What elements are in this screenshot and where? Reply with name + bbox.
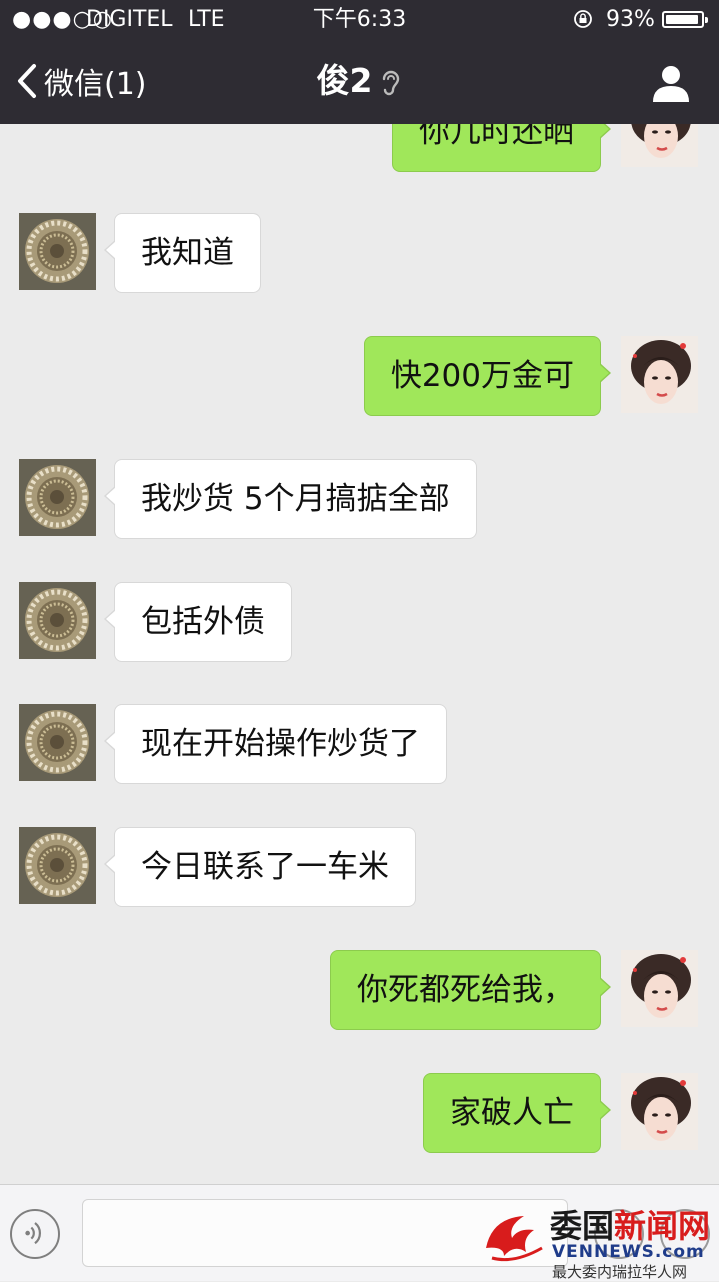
- rotation-lock-icon: [574, 10, 592, 28]
- contact-avatar[interactable]: [19, 213, 96, 290]
- contact-avatar[interactable]: [19, 582, 96, 659]
- earpiece-mode-icon: [383, 70, 400, 95]
- contact-avatar[interactable]: [19, 827, 96, 904]
- message-bubble-outgoing[interactable]: 快200万金可: [363, 336, 612, 416]
- voice-icon: [25, 1222, 42, 1245]
- nav-bar: 微信(1) 俊2: [0, 40, 719, 124]
- message-bubble-incoming[interactable]: 包括外债: [104, 582, 292, 662]
- contact-avatar[interactable]: [19, 704, 96, 781]
- battery-percent: 93%: [606, 7, 655, 32]
- my-avatar[interactable]: [621, 336, 698, 413]
- battery-icon: [662, 11, 708, 28]
- message-bubble-outgoing[interactable]: 你死都死给我，: [330, 950, 611, 1030]
- header: ●●●○○ DIGITEL LTE 下午6:33 93% 微信(1) 俊2: [0, 0, 719, 124]
- message-bubble-outgoing[interactable]: 家破人亡: [423, 1073, 611, 1153]
- status-bar: ●●●○○ DIGITEL LTE 下午6:33 93%: [0, 0, 719, 40]
- chat-area[interactable]: 你几时还晒 我知道 快200万金可 我炒货 5个月搞掂全部 包括外债 现在开始操…: [0, 0, 719, 1280]
- watermark-logo: [486, 1216, 543, 1262]
- chat-title-wrapper: 俊2: [0, 58, 719, 104]
- chat-title: 俊2: [316, 61, 373, 100]
- contact-avatar[interactable]: [19, 459, 96, 536]
- voice-input-button[interactable]: [10, 1209, 60, 1259]
- my-avatar[interactable]: [621, 950, 698, 1027]
- watermark: 委国新闻网 VENNEWS.com 最大委内瑞拉华人网: [478, 1206, 718, 1281]
- watermark-url: VENNEWS.com: [552, 1242, 705, 1262]
- message-bubble-incoming[interactable]: 我知道: [104, 213, 261, 293]
- message-bubble-incoming[interactable]: 现在开始操作炒货了: [104, 704, 447, 784]
- contact-profile-icon[interactable]: [650, 62, 692, 104]
- watermark-subtitle: 最大委内瑞拉华人网: [552, 1263, 688, 1281]
- battery-fill: [666, 15, 698, 24]
- message-bubble-incoming[interactable]: 今日联系了一车米: [104, 827, 416, 907]
- watermark-title: 委国新闻网: [550, 1207, 711, 1245]
- my-avatar[interactable]: [621, 1073, 698, 1150]
- message-bubble-incoming[interactable]: 我炒货 5个月搞掂全部: [104, 459, 477, 539]
